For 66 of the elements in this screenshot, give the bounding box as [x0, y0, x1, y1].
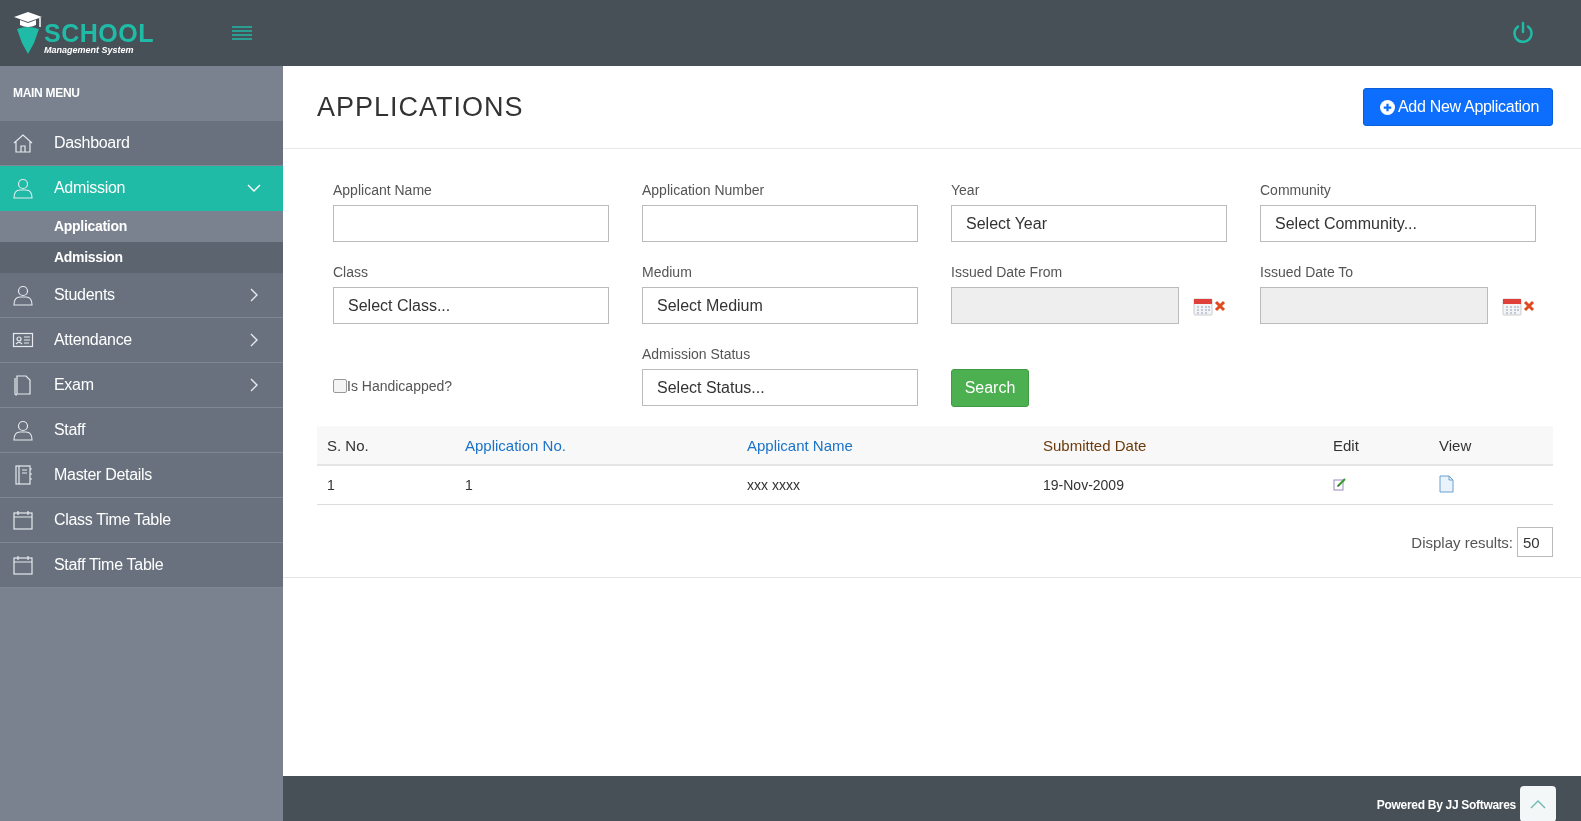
calendar-icon[interactable] — [1193, 295, 1213, 316]
column-header[interactable]: Applicant Name — [737, 426, 1033, 465]
add-new-application-button[interactable]: Add New Application — [1362, 88, 1553, 126]
scroll-top-button[interactable] — [1520, 785, 1556, 821]
clear-icon[interactable] — [1214, 299, 1226, 312]
column-header: S. No. — [317, 426, 455, 465]
field-label: Application Number — [642, 182, 766, 199]
select-field[interactable]: Select Year — [951, 205, 1227, 242]
user-icon — [12, 284, 34, 306]
checkbox[interactable] — [333, 379, 347, 393]
footer-text: Powered By JJ Softwares — [1376, 797, 1516, 812]
column-header[interactable]: Application No. — [455, 426, 737, 465]
user-icon — [12, 177, 34, 199]
select-field[interactable]: Select Medium — [642, 287, 918, 324]
display-results-label: Display results: — [1411, 533, 1513, 551]
menu-icon[interactable] — [232, 26, 252, 40]
field-label: Class — [333, 264, 369, 281]
select-field[interactable]: Select Class... — [333, 287, 609, 324]
select-field[interactable]: Select Community... — [1260, 205, 1536, 242]
submenu-item[interactable]: Admission — [0, 242, 283, 273]
calendar-icon — [12, 509, 34, 531]
nav-item[interactable]: Attendance — [0, 318, 283, 363]
checkbox-label: Is Handicapped? — [347, 378, 453, 394]
select-field[interactable]: Select Status... — [642, 369, 918, 406]
table-cell: 1 — [455, 465, 737, 505]
logo-title: SCHOOL — [44, 21, 154, 45]
field-label: Admission Status — [642, 346, 752, 363]
menu-heading: MAIN MENU — [12, 85, 81, 102]
document-icon[interactable] — [1439, 474, 1454, 493]
home-icon — [12, 132, 34, 154]
text-field[interactable] — [642, 205, 918, 242]
field-label: Community — [1260, 182, 1332, 199]
page-title: APPLICATIONS — [317, 91, 524, 123]
nav-item[interactable]: Dashboard — [0, 121, 283, 166]
power-icon[interactable] — [1511, 21, 1535, 45]
book-icon — [12, 374, 34, 396]
nav-item[interactable]: Staff — [0, 408, 283, 453]
search-button[interactable]: Search — [951, 369, 1029, 407]
table-cell: xxx xxxx — [737, 465, 1033, 505]
nav-item[interactable]: Exam — [0, 363, 283, 408]
table-cell: 19-Nov-2009 — [1033, 465, 1323, 505]
field-label: Issued Date To — [1260, 264, 1355, 281]
column-header: Edit — [1323, 426, 1429, 465]
field-label: Year — [951, 182, 981, 199]
field-label: Applicant Name — [333, 182, 433, 199]
text-field[interactable] — [333, 205, 609, 242]
table-cell: 1 — [317, 465, 455, 505]
graduation-cap-pen-icon — [12, 11, 42, 55]
nav-item[interactable]: Class Time Table — [0, 498, 283, 543]
nav-item[interactable]: Students — [0, 273, 283, 318]
notebook-icon — [12, 464, 34, 486]
column-header[interactable]: Submitted Date — [1033, 426, 1323, 465]
clear-icon[interactable] — [1523, 299, 1535, 312]
calendar-icon[interactable] — [1502, 295, 1522, 316]
user-icon — [12, 419, 34, 441]
calendar-icon — [12, 554, 34, 576]
field-label: Issued Date From — [951, 264, 1064, 281]
edit-icon[interactable] — [1333, 476, 1347, 491]
column-header: View — [1429, 426, 1553, 465]
logo-subtitle: Management System — [44, 45, 135, 55]
nav-item[interactable]: Master Details — [0, 453, 283, 498]
results-count-field[interactable]: 50 — [1517, 527, 1553, 557]
field-label: Medium — [642, 264, 693, 281]
nav-item[interactable]: Staff Time Table — [0, 543, 283, 588]
plus-circle-icon — [1379, 99, 1395, 115]
chevron-up-icon — [1530, 798, 1546, 809]
